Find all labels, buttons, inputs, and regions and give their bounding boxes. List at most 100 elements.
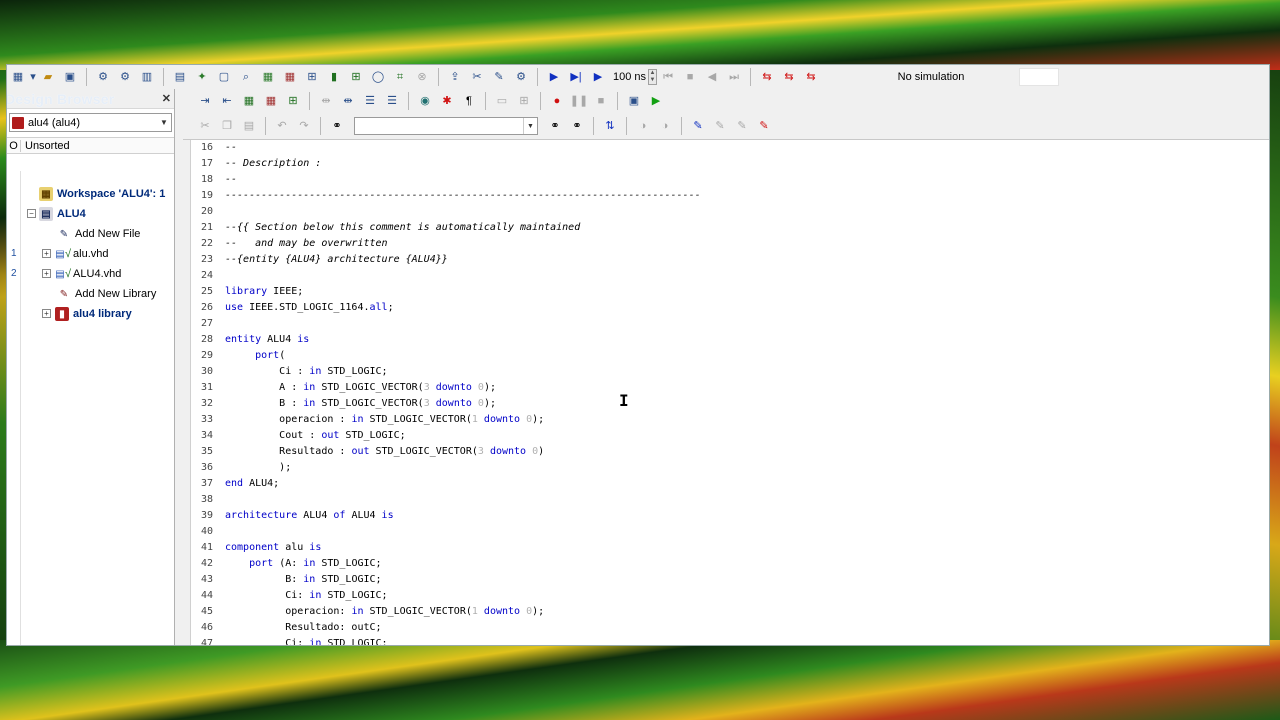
code-line[interactable]: 47 Ci: in STD_LOGIC; (193, 636, 388, 645)
stop-icon[interactable]: ■ (593, 93, 609, 109)
tree-icon[interactable]: ⊞ (348, 69, 364, 85)
indent-icon[interactable]: ⇥ (197, 93, 213, 109)
sim-time-spinner[interactable]: ▲ ▼ (648, 69, 658, 85)
outdent-icon[interactable]: ⇤ (219, 93, 235, 109)
code-line[interactable]: 39 architecture ALU4 of ALU4 is (193, 508, 394, 524)
lightbulb-icon[interactable]: ◯ (370, 69, 386, 85)
stop-compile-icon[interactable]: ⊗ (414, 69, 430, 85)
code-editor[interactable]: 16 -- 17 -- Description : 18 -- 19 ------------… (183, 139, 1269, 645)
code-line[interactable]: 35 Resultado : out STD_LOGIC_VECTOR(3 do… (193, 444, 544, 460)
expand-toggle[interactable]: + (42, 269, 51, 278)
wand-next-icon[interactable]: ✎ (712, 118, 728, 134)
code-line[interactable]: 17 -- Description : (193, 156, 321, 172)
run-for-icon[interactable]: ▶ (590, 69, 606, 85)
code-line[interactable]: 45 operacion: in STD_LOGIC_VECTOR(1 down… (193, 604, 544, 620)
code-line[interactable]: 43 B: in STD_LOGIC; (193, 572, 382, 588)
run-script-icon[interactable]: ▣ (626, 93, 642, 109)
library-icon[interactable]: ▮ (326, 69, 342, 85)
wizard-icon[interactable]: ✦ (194, 69, 210, 85)
cut-icon[interactable]: ✂ (197, 118, 213, 134)
tree-item-add-library[interactable]: ✎ Add New Library (57, 284, 157, 304)
magic-icon[interactable]: ✱ (439, 93, 455, 109)
bookmark-toggle-icon[interactable]: ◑ (635, 118, 651, 134)
code-line[interactable]: 42 port (A: in STD_LOGIC; (193, 556, 382, 572)
wand-icon[interactable]: ✎ (690, 118, 706, 134)
expand-icon[interactable]: ⇹ (340, 93, 356, 109)
design-flow-icon[interactable]: ▤ (172, 69, 188, 85)
code-line[interactable]: 34 Cout : out STD_LOGIC; (193, 428, 406, 444)
tree-item-add-file[interactable]: ✎ Add New File (57, 224, 141, 244)
step-back-icon[interactable]: ⏮ (660, 69, 676, 85)
code-line[interactable]: 32 B : in STD_LOGIC_VECTOR(3 downto 0); (193, 396, 496, 412)
code-line[interactable]: 44 Ci: in STD_LOGIC; (193, 588, 388, 604)
code-line[interactable]: 24 (193, 268, 213, 284)
column-unsorted[interactable]: Unsorted (21, 140, 70, 152)
code-line[interactable]: 37 end ALU4; (193, 476, 279, 492)
snippet-icon[interactable]: ▭ (494, 93, 510, 109)
structure-icon[interactable]: ⊞ (285, 93, 301, 109)
code-line[interactable]: 20 (193, 204, 213, 220)
code-line[interactable]: 28 entity ALU4 is (193, 332, 309, 348)
bookmark-icon[interactable]: ☰ (384, 93, 400, 109)
code-line[interactable]: 29 port( (193, 348, 285, 364)
code-line[interactable]: 31 A : in STD_LOGIC_VECTOR(3 downto 0); (193, 380, 496, 396)
compile-all-icon[interactable]: ⚙ (117, 69, 133, 85)
waveform-icon[interactable]: ⇆ (803, 69, 819, 85)
template-icon[interactable]: ⊞ (516, 93, 532, 109)
debug-icon[interactable]: ▦ (260, 69, 276, 85)
pause-icon[interactable]: ❚❚ (570, 93, 588, 109)
redo-icon[interactable]: ↷ (296, 118, 312, 134)
settings-icon[interactable]: ⚙ (513, 69, 529, 85)
tree-item-library[interactable]: ▮ alu4 library (55, 304, 132, 324)
save-icon[interactable]: ▣ (62, 69, 78, 85)
library-select[interactable]: alu4 (alu4) ▼ (9, 113, 172, 132)
undo-icon[interactable]: ↶ (274, 118, 290, 134)
compile-icon[interactable]: ⚙ (95, 69, 111, 85)
wave-icon[interactable]: ⌗ (392, 69, 408, 85)
copy-icon[interactable]: ❐ (219, 118, 235, 134)
wand-prev-icon[interactable]: ✎ (734, 118, 750, 134)
toggle-breakpoint-icon[interactable]: ● (549, 93, 565, 109)
binoculars-icon[interactable]: ⚭ (329, 118, 345, 134)
uncomment-icon[interactable]: ▦ (263, 93, 279, 109)
step-right-icon[interactable]: ⏭ (726, 69, 742, 85)
code-line[interactable]: 18 -- (193, 172, 237, 188)
goto-icon[interactable]: ⇅ (602, 118, 618, 134)
search-combo[interactable]: ▼ (354, 117, 538, 135)
expand-toggle[interactable]: + (42, 309, 51, 318)
code-line[interactable]: 40 (193, 524, 213, 540)
grid-icon[interactable]: ▥ (139, 69, 155, 85)
hierarchy-icon[interactable]: ⊞ (304, 69, 320, 85)
new-workspace-icon[interactable]: ▦ (10, 69, 26, 85)
open-folder-icon[interactable]: ▰ (40, 69, 56, 85)
code-line[interactable]: 26 use IEEE.STD_LOGIC_1164.all; (193, 300, 394, 316)
run-until-icon[interactable]: ▶| (568, 69, 584, 85)
collapse-toggle[interactable]: − (27, 209, 36, 218)
expand-toggle[interactable]: + (42, 249, 51, 258)
find-prev-icon[interactable]: ⚭ (569, 118, 585, 134)
collapse-icon[interactable]: ⇹ (318, 93, 334, 109)
dropdown-arrow-icon[interactable]: ▾ (29, 69, 37, 85)
netlist-icon[interactable]: ⇪ (447, 69, 463, 85)
wand-clear-icon[interactable]: ✎ (756, 118, 772, 134)
tree-item-workspace[interactable]: ▦ Workspace 'ALU4': 1 (39, 184, 165, 204)
code-line[interactable]: 22 -- and may be overwritten (193, 236, 388, 252)
code-line[interactable]: 30 Ci : in STD_LOGIC; (193, 364, 388, 380)
window-icon[interactable]: ▢ (216, 69, 232, 85)
find-next-icon[interactable]: ⚭ (547, 118, 563, 134)
code-line[interactable]: 36 ); (193, 460, 291, 476)
tree-item-design[interactable]: ▤ ALU4 (39, 204, 86, 224)
flow-icon[interactable]: ✎ (491, 69, 507, 85)
bookmark-next-icon[interactable]: ◑ (657, 118, 673, 134)
play-icon[interactable]: ▶ (648, 93, 664, 109)
close-icon[interactable]: ✕ (162, 92, 171, 105)
comment-icon[interactable]: ▦ (241, 93, 257, 109)
code-line[interactable]: 23 --{entity {ALU4} architecture {ALU4}} (193, 252, 448, 268)
code-line[interactable]: 46 Resultado: outC; (193, 620, 382, 636)
breakpoint-icon[interactable]: ⇆ (759, 69, 775, 85)
code-line[interactable]: 41 component alu is (193, 540, 321, 556)
globe-icon[interactable]: ◉ (417, 93, 433, 109)
pilcrow-icon[interactable]: ¶ (461, 93, 477, 109)
find-icon[interactable]: ⌕ (238, 69, 254, 85)
run-icon[interactable]: ▶ (546, 69, 562, 85)
